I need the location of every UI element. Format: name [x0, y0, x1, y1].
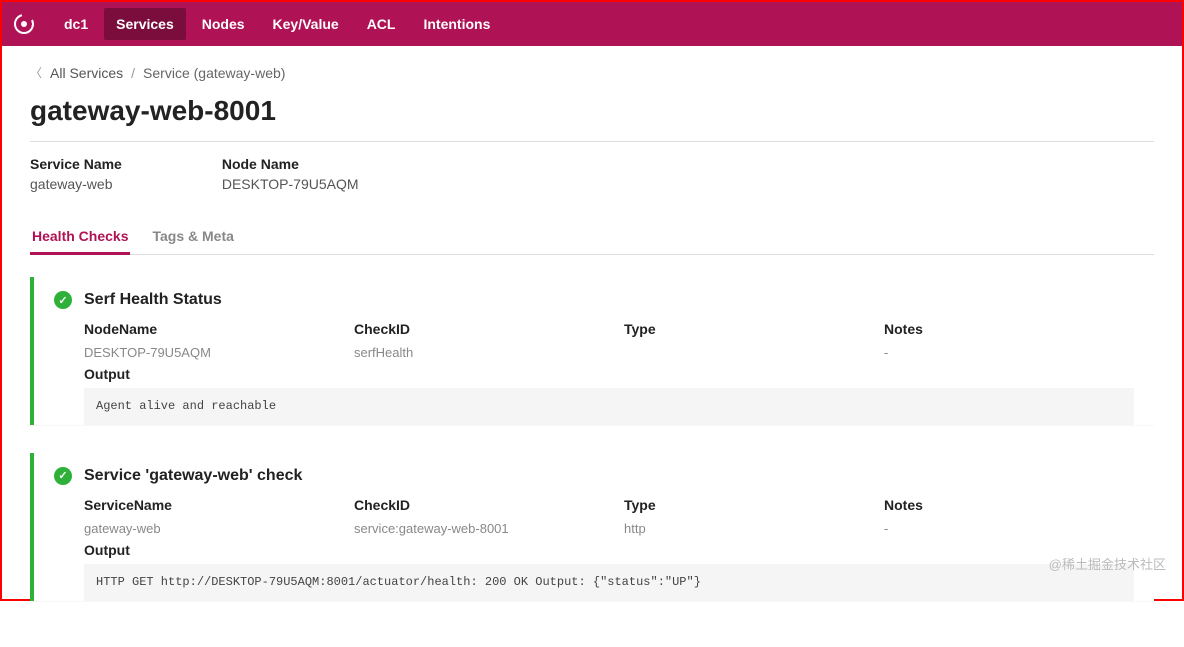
consul-logo-icon: [12, 12, 36, 36]
node-name-value: DESKTOP-79U5AQM: [222, 176, 359, 192]
nav-intentions[interactable]: Intentions: [411, 8, 502, 40]
field-value: service:gateway-web-8001: [354, 521, 624, 536]
service-name-label: Service Name: [30, 156, 122, 172]
output-label: Output: [84, 542, 1134, 558]
field-value: gateway-web: [84, 521, 354, 536]
top-nav: dc1 Services Nodes Key/Value ACL Intenti…: [2, 2, 1182, 46]
check-pass-icon: ✓: [54, 467, 72, 485]
field-label: ServiceName: [84, 497, 354, 513]
field-value: -: [884, 345, 1134, 360]
field-label: CheckID: [354, 497, 624, 513]
nav-nodes[interactable]: Nodes: [190, 8, 257, 40]
datacenter-selector[interactable]: dc1: [52, 8, 100, 40]
field-label: Type: [624, 497, 884, 513]
watermark: @稀土掘金技术社区: [1049, 554, 1166, 573]
node-name-label: Node Name: [222, 156, 359, 172]
breadcrumb-all-services[interactable]: All Services: [50, 65, 123, 81]
page-title: gateway-web-8001: [30, 95, 1154, 127]
main-content: 〈 All Services / Service (gateway-web) g…: [2, 46, 1182, 647]
breadcrumb: 〈 All Services / Service (gateway-web): [30, 64, 1154, 81]
health-check-card: ✓ Serf Health Status NodeName CheckID Ty…: [30, 277, 1154, 425]
chevron-left-icon: 〈: [30, 64, 42, 81]
output-label: Output: [84, 366, 1134, 382]
field-label: Notes: [884, 497, 1134, 513]
field-value: -: [884, 521, 1134, 536]
nav-keyvalue[interactable]: Key/Value: [261, 8, 351, 40]
field-label: CheckID: [354, 321, 624, 337]
breadcrumb-current: Service (gateway-web): [143, 65, 285, 81]
output-value: Agent alive and reachable: [84, 388, 1134, 425]
field-label: NodeName: [84, 321, 354, 337]
health-check-card: ✓ Service 'gateway-web' check ServiceNam…: [30, 453, 1154, 601]
breadcrumb-separator: /: [131, 65, 135, 81]
nav-acl[interactable]: ACL: [355, 8, 408, 40]
tab-health-checks[interactable]: Health Checks: [30, 220, 130, 255]
check-title: Serf Health Status: [84, 291, 222, 309]
field-value: serfHealth: [354, 345, 624, 360]
service-name-value: gateway-web: [30, 176, 122, 192]
field-label: Type: [624, 321, 884, 337]
nav-services[interactable]: Services: [104, 8, 186, 40]
check-pass-icon: ✓: [54, 291, 72, 309]
tab-tags-meta[interactable]: Tags & Meta: [150, 220, 235, 255]
field-value: DESKTOP-79U5AQM: [84, 345, 354, 360]
check-title: Service 'gateway-web' check: [84, 467, 302, 485]
tabs: Health Checks Tags & Meta: [30, 220, 1154, 255]
field-value: http: [624, 521, 884, 536]
field-label: Notes: [884, 321, 1134, 337]
field-value: [624, 345, 884, 360]
output-value: HTTP GET http://DESKTOP-79U5AQM:8001/act…: [84, 564, 1134, 601]
